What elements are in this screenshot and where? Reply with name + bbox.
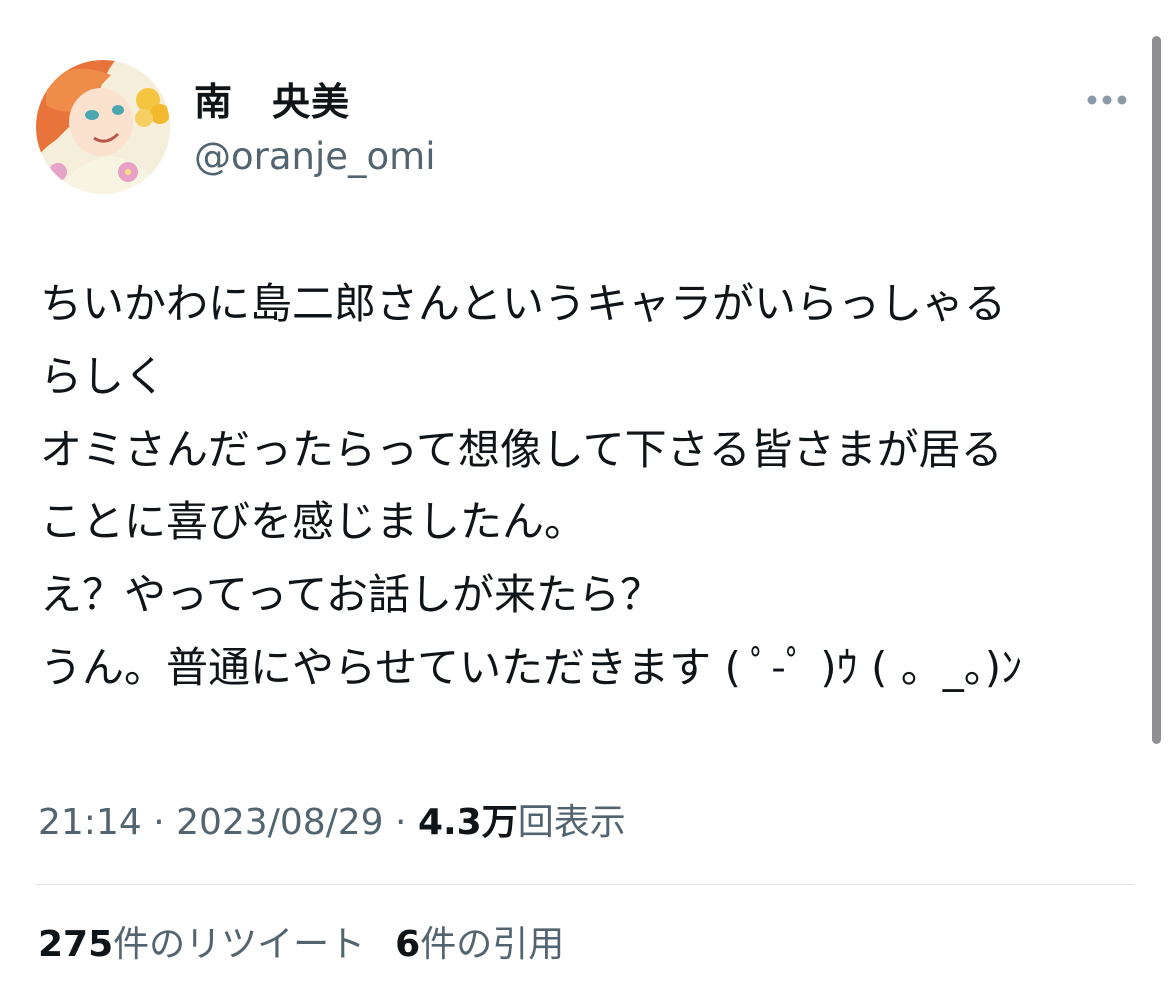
- author-handle[interactable]: @oranje_omi: [194, 134, 435, 180]
- author-display-name[interactable]: 南 央美: [194, 78, 350, 126]
- avatar-illustration: [36, 60, 170, 194]
- tweet-text-line: ちいかわに島二郎さんというキャラがいらっしゃる: [40, 279, 1007, 328]
- tweet-text-line: らしく: [40, 351, 167, 401]
- scrollbar[interactable]: [1152, 36, 1161, 744]
- retweets-label: 件のリツイート: [113, 924, 366, 965]
- tweet-date[interactable]: 2023/08/29: [176, 802, 384, 843]
- quotes-count: 6: [395, 924, 421, 965]
- retweets-count: 275: [38, 924, 114, 965]
- views-count: 4.3万: [417, 802, 518, 843]
- tweet-time[interactable]: 21:14: [38, 802, 142, 843]
- divider: [36, 884, 1134, 885]
- quotes-link[interactable]: 6件の引用: [395, 924, 564, 965]
- avatar[interactable]: [36, 60, 170, 194]
- tweet-text-line: オミさんだったらって想像して下さる皆さまが居る: [40, 424, 1003, 474]
- tweet-text-line: ことに喜びを感じましたん。: [40, 497, 587, 547]
- tweet-stats: 275件のリツイート 6件の引用: [38, 922, 564, 968]
- more-dots-icon[interactable]: [1086, 90, 1130, 110]
- tweet-text-line: え？やってってお話しが来たら？: [40, 570, 663, 620]
- quotes-label: 件の引用: [420, 924, 565, 965]
- views-label: 回表示: [517, 802, 626, 843]
- tweet-detail: 南 央美 @oranje_omi ちいかわに島二郎さんというキャラがいらっしゃる…: [0, 0, 1170, 988]
- retweets-link[interactable]: 275件のリツイート: [38, 924, 365, 965]
- tweet-text: ちいかわに島二郎さんというキャラがいらっしゃる らしく オミさんだったらって想像…: [40, 268, 1140, 705]
- meta-separator: ·: [383, 802, 418, 843]
- tweet-text-line: うん。普通にやらせていただきます ( ﾟ-ﾟ )ｳ ( 。_。)ﾝ: [40, 642, 1023, 692]
- tweet-meta: 21:14 · 2023/08/29 · 4.3万回表示: [38, 800, 626, 846]
- meta-separator: ·: [141, 802, 177, 843]
